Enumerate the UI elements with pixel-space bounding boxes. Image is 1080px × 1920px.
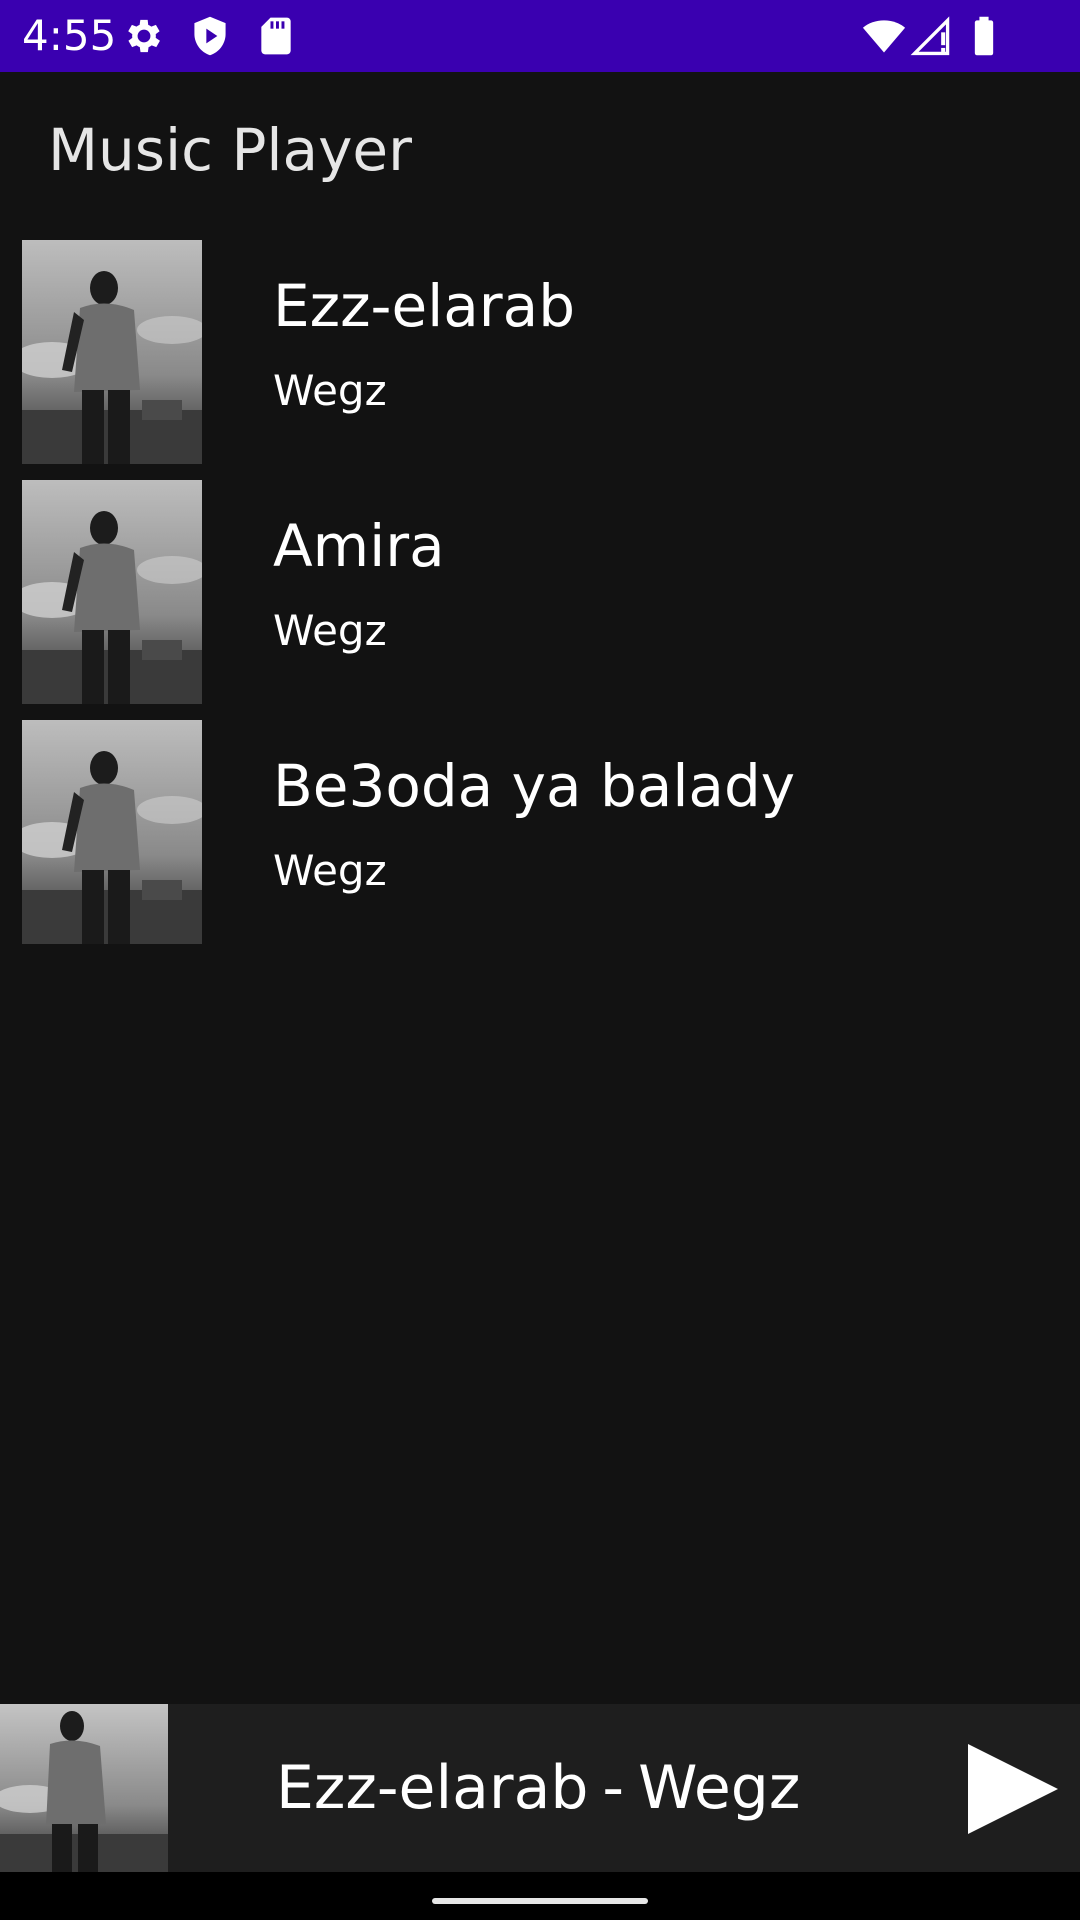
song-list: Ezz-elarab Wegz Amira Wegz Be3oda ya bal… (0, 240, 1080, 960)
battery-icon (974, 16, 994, 56)
sd-card-icon (261, 17, 291, 55)
now-playing-text: Ezz-elarab - Wegz (276, 1750, 800, 1826)
app-screen: 4:55 Music Player Ezz-elarab Wegz Amira … (0, 0, 1080, 1920)
song-artist: Wegz (273, 366, 387, 415)
status-time: 4:55 (22, 11, 117, 60)
album-cover-image (22, 720, 202, 944)
home-gesture-handle[interactable] (432, 1898, 648, 1904)
now-playing-bar[interactable]: Ezz-elarab - Wegz (0, 1704, 1080, 1872)
song-list-item[interactable]: Amira Wegz (0, 480, 1080, 720)
song-title: Ezz-elarab (273, 272, 576, 340)
page-title: Music Player (48, 116, 412, 184)
song-artist: Wegz (273, 606, 387, 655)
album-cover-image (22, 240, 202, 464)
navigation-bar (0, 1872, 1080, 1920)
now-playing-artist: Wegz (638, 1753, 801, 1823)
now-playing-title: Ezz-elarab (276, 1753, 589, 1823)
settings-icon (128, 19, 160, 53)
album-cover-image (22, 480, 202, 704)
play-button[interactable] (958, 1734, 1068, 1844)
song-list-item[interactable]: Ezz-elarab Wegz (0, 240, 1080, 480)
play-icon (968, 1744, 1058, 1834)
status-bar: 4:55 (0, 0, 1080, 72)
song-list-item[interactable]: Be3oda ya balady Wegz (0, 720, 1080, 960)
song-artist: Wegz (273, 846, 387, 895)
shield-play-icon (194, 16, 226, 56)
now-playing-cover-image (0, 1704, 168, 1872)
now-playing-separator: - (602, 1753, 625, 1823)
song-title: Be3oda ya balady (273, 752, 796, 820)
song-title: Amira (273, 512, 445, 580)
wifi-icon (862, 20, 906, 53)
signal-icon (910, 16, 950, 56)
